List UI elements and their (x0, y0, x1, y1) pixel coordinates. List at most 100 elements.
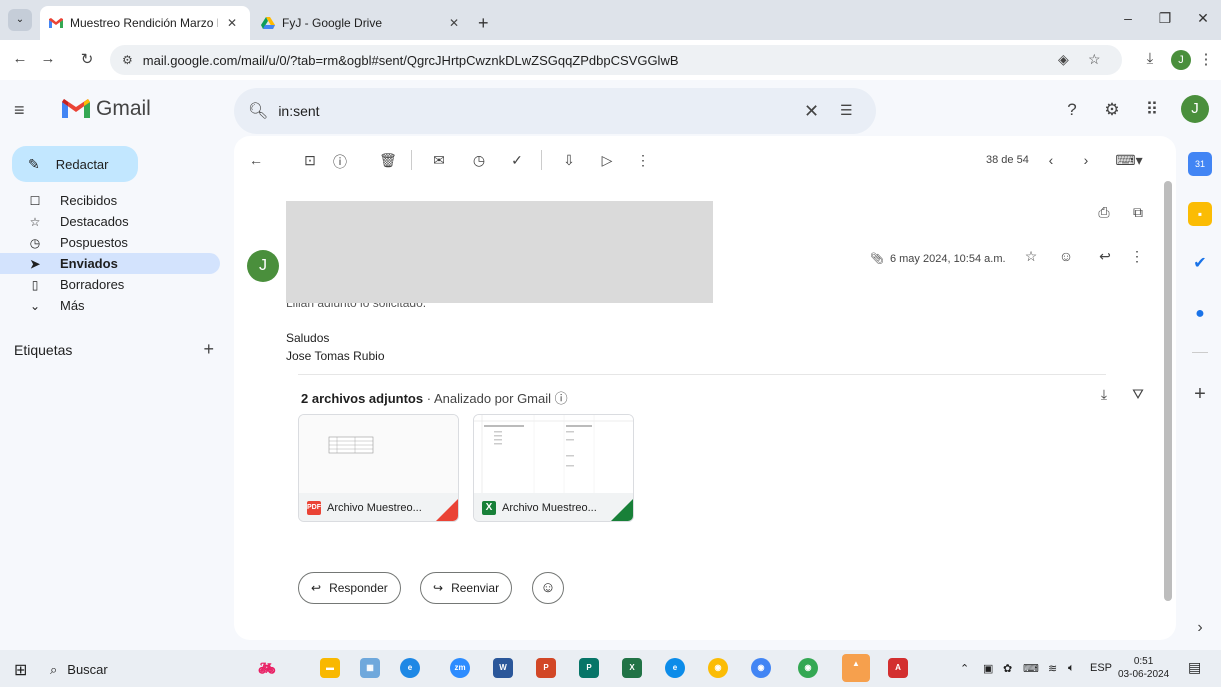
add-label-icon[interactable]: + (203, 339, 214, 360)
excel-icon[interactable]: X (622, 658, 642, 678)
info-icon[interactable]: ⓘ (555, 391, 568, 406)
search-bar[interactable]: 🔍︎ in:sent ✕ ☰ (234, 88, 876, 134)
tray-keyboard-icon[interactable]: ⌨ (1023, 662, 1039, 675)
attachment-excel[interactable]: X Archivo Muestreo... (473, 414, 634, 522)
account-avatar[interactable]: J (1181, 95, 1209, 123)
reload-icon[interactable]: ↻ (77, 50, 97, 68)
sidebar-item-enviados[interactable]: ➤ Enviados (0, 253, 220, 274)
reply-button[interactable]: ↩ Responder (298, 572, 401, 604)
show-side-panel-icon[interactable]: › (1188, 616, 1212, 640)
emoji-reaction-icon[interactable]: ☺ (1056, 248, 1076, 264)
move-to-icon[interactable]: ⇩ (559, 152, 579, 169)
word-icon[interactable]: W (493, 658, 513, 678)
tab-search-chevron-icon[interactable]: ⌄ (8, 9, 32, 31)
volume-icon[interactable]: 🔈︎ (1068, 662, 1075, 675)
close-tab-icon[interactable]: ✕ (446, 16, 462, 30)
input-tools-icon[interactable]: ⌨▾ (1112, 152, 1146, 169)
clear-search-icon[interactable]: ✕ (804, 101, 819, 122)
address-bar[interactable]: ⚙ mail.google.com/mail/u/0/?tab=rm&ogbl#… (110, 45, 1122, 75)
search-input[interactable]: in:sent (278, 103, 319, 119)
new-tab-icon[interactable]: + (478, 13, 489, 34)
mark-unread-icon[interactable]: ✉ (429, 152, 449, 169)
add-to-drive-icon[interactable]: ⛛ (1128, 386, 1148, 403)
browser-menu-icon[interactable]: ⋮ (1196, 50, 1216, 68)
help-icon[interactable]: ? (1061, 100, 1083, 120)
get-addons-icon[interactable]: + (1188, 382, 1212, 406)
wifi-icon[interactable]: ≋ (1048, 662, 1057, 675)
sidebar-item-pospuestos[interactable]: ◷ Pospuestos (0, 232, 220, 253)
keep-icon[interactable]: ▪ (1188, 202, 1212, 226)
tray-arrow-icon[interactable]: ⌃ (960, 662, 969, 675)
download-icon[interactable]: ⤓ (1140, 50, 1160, 67)
contacts-icon[interactable]: ● (1188, 302, 1212, 326)
print-icon[interactable]: ⎙ (1094, 204, 1114, 221)
star-message-icon[interactable]: ☆ (1021, 248, 1041, 265)
calendar-icon[interactable]: 31 (1188, 152, 1212, 176)
drive-app-icon[interactable]: ▲ (842, 654, 870, 682)
attachment-pdf[interactable]: PDF Archivo Muestreo... (298, 414, 459, 522)
windows-start-icon[interactable]: ⊞ (14, 660, 27, 680)
emoji-react-button[interactable]: ☺ (532, 572, 564, 604)
reply-icon[interactable]: ↩ (1095, 248, 1115, 265)
bicycle-widget-icon[interactable]: 🚲︎ (244, 658, 290, 678)
store-icon[interactable]: ▦ (360, 658, 380, 678)
forward-icon[interactable]: → (38, 50, 58, 67)
chrome-active-icon[interactable]: ◉ (798, 658, 818, 678)
sidebar-item-destacados[interactable]: ☆ Destacados (0, 211, 220, 232)
tasks-icon[interactable]: ✔ (1188, 252, 1212, 276)
sender-avatar[interactable]: J (247, 250, 279, 282)
zoom-icon[interactable]: zm (450, 658, 470, 678)
message-more-icon[interactable]: ⋮ (1127, 248, 1147, 265)
browser-profile-avatar[interactable]: J (1171, 50, 1191, 70)
tab-gmail[interactable]: Muestreo Rendición Marzo Feri ✕ (40, 6, 250, 40)
internet-explorer-icon[interactable]: e (400, 658, 420, 678)
notifications-icon[interactable]: ▤ (1188, 659, 1201, 676)
bookmark-star-icon[interactable]: ☆ (1088, 51, 1101, 68)
sidebar-item-mas[interactable]: ⌄ Más (0, 295, 220, 316)
sidebar-item-borradores[interactable]: ▯ Borradores (0, 274, 220, 295)
chrome-icon[interactable]: ◉ (708, 658, 728, 678)
back-icon[interactable]: ← (10, 50, 30, 67)
report-spam-icon[interactable]: ⓘ (330, 152, 350, 172)
newer-icon[interactable]: ‹ (1041, 152, 1061, 168)
delete-icon[interactable]: 🗑︎ (378, 152, 398, 169)
main-menu-icon[interactable]: ≡ (14, 100, 25, 121)
sidebar-item-recibidos[interactable]: ☐ Recibidos (0, 190, 220, 211)
chevron-down-icon: ⌄ (29, 298, 41, 313)
close-tab-icon[interactable]: ✕ (224, 16, 240, 30)
more-options-icon[interactable]: ⋮ (633, 152, 653, 169)
close-window-icon[interactable]: ✕ (1193, 10, 1213, 27)
tab-drive[interactable]: FyJ - Google Drive ✕ (252, 6, 472, 40)
label-icon[interactable]: ▷ (597, 152, 617, 169)
file-explorer-icon[interactable]: ▬ (320, 658, 340, 678)
edge-icon[interactable]: e (665, 658, 685, 678)
archive-icon[interactable]: ⊡ (300, 152, 320, 169)
older-icon[interactable]: › (1076, 152, 1096, 168)
compose-button[interactable]: ✎ Redactar (12, 146, 138, 182)
settings-gear-icon[interactable]: ⚙ (1101, 100, 1123, 120)
taskbar-search[interactable]: ⌕ Buscar (50, 662, 108, 678)
download-all-icon[interactable]: ⤓ (1094, 386, 1114, 403)
open-new-window-icon[interactable]: ⧉ (1128, 204, 1148, 221)
taskbar-clock[interactable]: 0:51 03-06-2024 (1118, 655, 1169, 681)
message-scrollbar[interactable] (1164, 181, 1172, 601)
gmail-logo[interactable]: Gmail (62, 97, 151, 121)
acrobat-icon[interactable]: A (888, 658, 908, 678)
back-to-list-icon[interactable]: ← (246, 152, 266, 168)
language-indicator[interactable]: ESP (1090, 662, 1112, 674)
search-options-icon[interactable]: ☰ (840, 102, 853, 119)
forward-button[interactable]: ↪ Reenviar (420, 572, 513, 604)
search-icon[interactable]: 🔍︎ (248, 101, 268, 121)
tray-device-icon[interactable]: ▣ (983, 662, 993, 675)
site-info-icon[interactable]: ⚙ (122, 53, 133, 67)
powerpoint-icon[interactable]: P (536, 658, 556, 678)
restore-icon[interactable]: ❐ (1155, 10, 1175, 27)
chrome-profile-icon[interactable]: ◉ (751, 658, 771, 678)
eye-icon[interactable]: ◈ (1058, 51, 1069, 68)
add-task-icon[interactable]: ✓ (507, 152, 527, 169)
minimize-icon[interactable]: – (1118, 10, 1138, 26)
project-icon[interactable]: P (579, 658, 599, 678)
snooze-icon[interactable]: ◷ (469, 152, 489, 169)
tray-app-icon[interactable]: ✿ (1003, 662, 1012, 675)
apps-grid-icon[interactable]: ⠿ (1141, 100, 1163, 120)
